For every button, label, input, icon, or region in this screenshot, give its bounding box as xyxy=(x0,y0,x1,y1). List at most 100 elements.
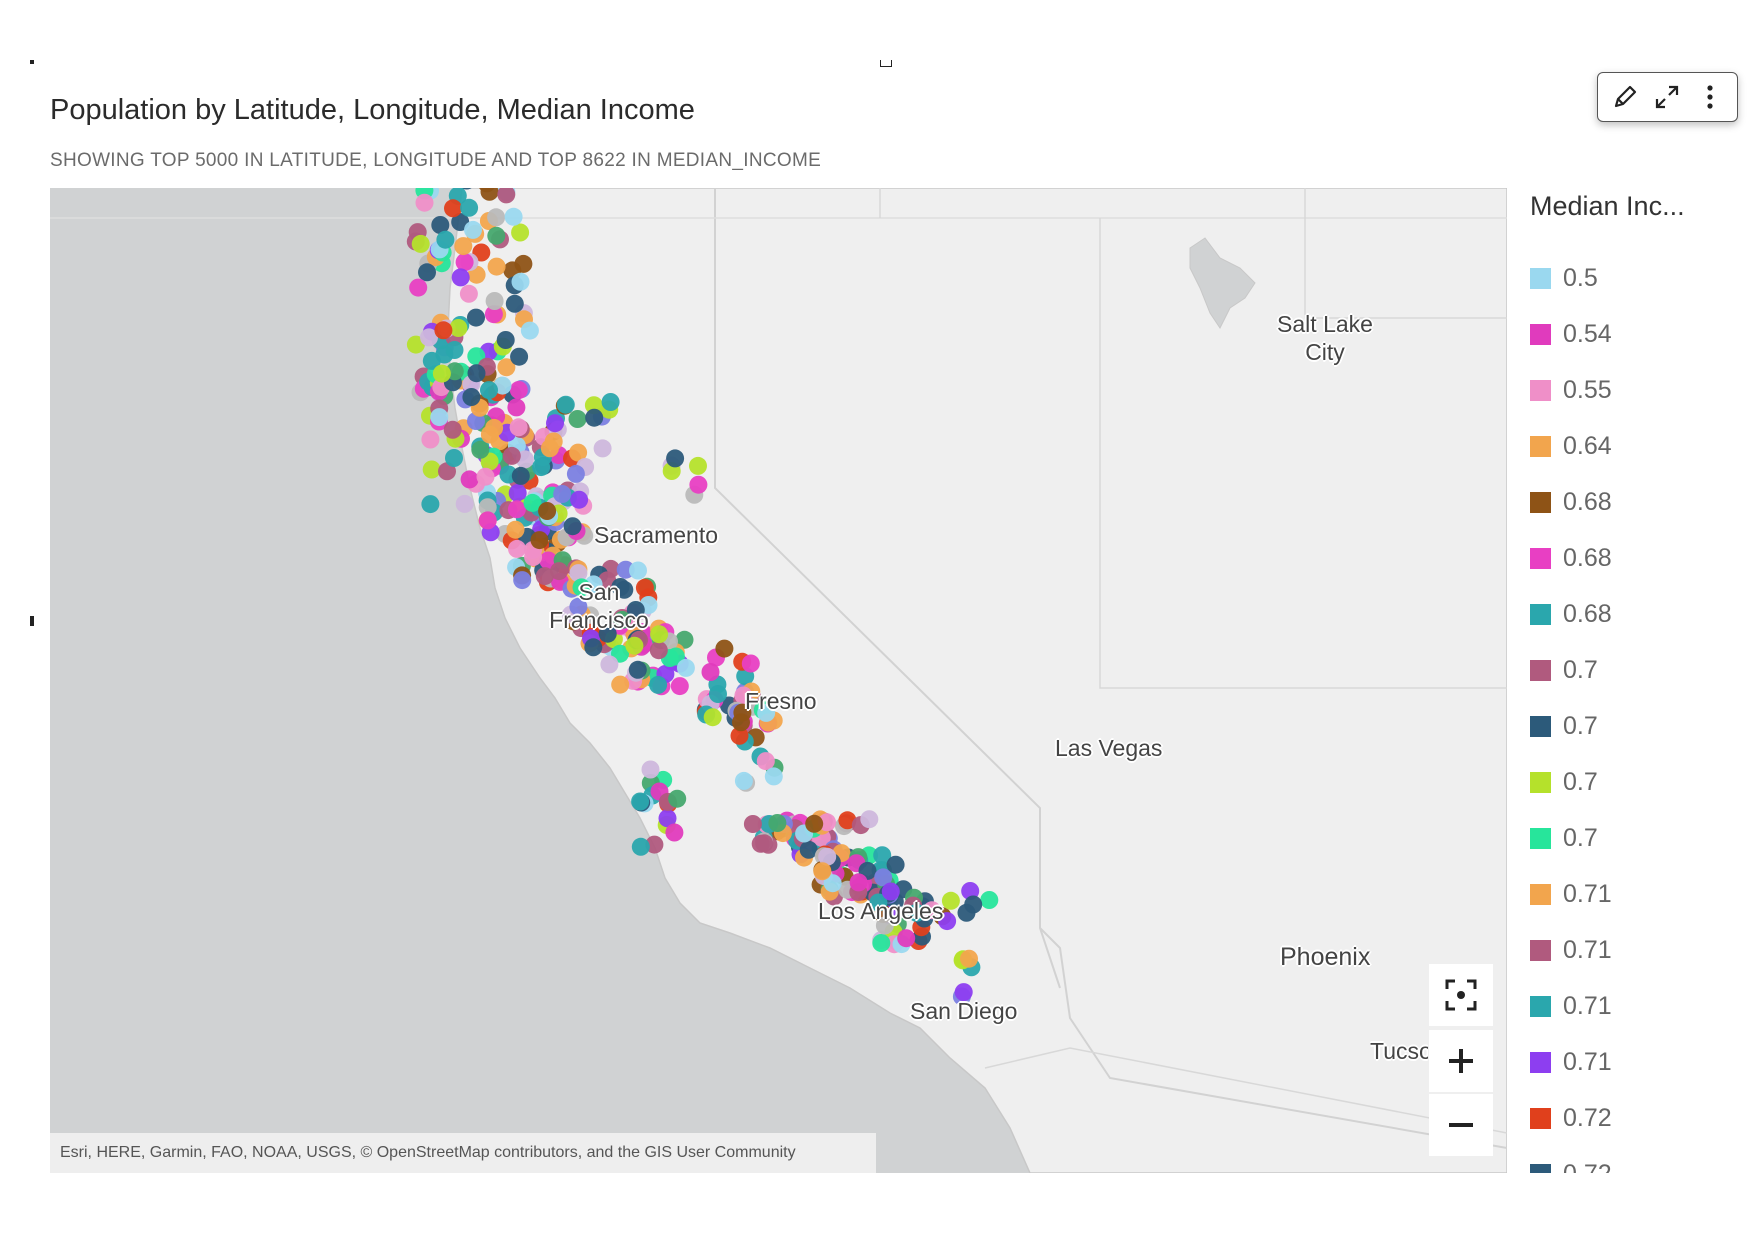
map-point[interactable] xyxy=(532,458,551,477)
map-point[interactable] xyxy=(507,398,526,417)
map-point[interactable] xyxy=(460,470,479,489)
map-point[interactable] xyxy=(670,677,689,696)
map-point[interactable] xyxy=(741,654,760,673)
map-point[interactable] xyxy=(487,208,506,227)
map-point[interactable] xyxy=(756,752,775,771)
zoom-out-icon[interactable] xyxy=(1429,1094,1493,1156)
legend-item[interactable]: 0.7 xyxy=(1530,698,1750,754)
map-point[interactable] xyxy=(544,432,563,451)
map-point[interactable] xyxy=(418,263,436,282)
map-point[interactable] xyxy=(563,517,582,536)
legend-item[interactable]: 0.71 xyxy=(1530,978,1750,1034)
legend-item[interactable]: 0.55 xyxy=(1530,362,1750,418)
map-point[interactable] xyxy=(755,834,774,853)
map-point[interactable] xyxy=(524,548,543,567)
map-point[interactable] xyxy=(459,284,478,303)
expand-icon[interactable] xyxy=(1649,79,1685,115)
map-point[interactable] xyxy=(625,636,644,655)
map-point[interactable] xyxy=(641,760,660,779)
map-point[interactable] xyxy=(629,561,647,580)
map-point[interactable] xyxy=(506,520,525,539)
legend-item[interactable]: 0.68 xyxy=(1530,530,1750,586)
map-point[interactable] xyxy=(530,531,549,550)
map-point[interactable] xyxy=(568,410,587,428)
resize-handle[interactable] xyxy=(30,60,34,64)
map-point[interactable] xyxy=(601,393,620,411)
map-point[interactable] xyxy=(478,511,497,530)
map-point[interactable] xyxy=(960,949,978,968)
map-point[interactable] xyxy=(508,539,526,558)
map-point[interactable] xyxy=(415,193,434,212)
map-point[interactable] xyxy=(509,381,528,399)
map-point[interactable] xyxy=(464,220,482,239)
map-point[interactable] xyxy=(511,272,530,291)
map-point[interactable] xyxy=(538,502,557,520)
legend-item[interactable]: 0.71 xyxy=(1530,922,1750,978)
map-point[interactable] xyxy=(511,466,530,485)
legend-item[interactable]: 0.7 xyxy=(1530,642,1750,698)
legend-item[interactable]: 0.64 xyxy=(1530,418,1750,474)
map-point[interactable] xyxy=(421,495,440,514)
map-point[interactable] xyxy=(611,675,630,694)
map-point[interactable] xyxy=(509,418,528,437)
map-point[interactable] xyxy=(487,257,506,276)
map-point[interactable] xyxy=(556,395,575,414)
map-point[interactable] xyxy=(546,414,564,433)
map-point[interactable] xyxy=(510,347,529,366)
map-point[interactable] xyxy=(502,446,521,465)
map-point[interactable] xyxy=(434,321,453,340)
map-point[interactable] xyxy=(455,494,474,513)
resize-handle[interactable] xyxy=(880,60,892,67)
map-point[interactable] xyxy=(768,814,787,832)
map-point[interactable] xyxy=(566,464,585,483)
legend-item[interactable]: 0.72 xyxy=(1530,1146,1750,1173)
map-point[interactable] xyxy=(764,767,783,786)
map-point[interactable] xyxy=(665,823,684,842)
map-point[interactable] xyxy=(649,675,668,694)
map-point[interactable] xyxy=(701,663,720,681)
map-point[interactable] xyxy=(480,425,499,444)
map-point[interactable] xyxy=(443,420,462,439)
map-point[interactable] xyxy=(471,440,490,459)
map-point[interactable] xyxy=(628,660,647,679)
map-point[interactable] xyxy=(715,639,734,658)
map-point[interactable] xyxy=(409,278,428,297)
map-point[interactable] xyxy=(511,223,530,242)
map-point[interactable] xyxy=(593,439,612,458)
more-vertical-icon[interactable] xyxy=(1692,79,1728,115)
map-point[interactable] xyxy=(676,658,695,677)
map-point[interactable] xyxy=(570,490,589,509)
map-point[interactable] xyxy=(496,331,515,349)
zoom-in-icon[interactable] xyxy=(1429,1030,1493,1092)
map-point[interactable] xyxy=(485,292,504,310)
map-point[interactable] xyxy=(631,837,650,856)
legend-item[interactable]: 0.7 xyxy=(1530,810,1750,866)
map-point[interactable] xyxy=(454,237,473,256)
legend-item[interactable]: 0.71 xyxy=(1530,866,1750,922)
map-point[interactable] xyxy=(964,895,983,914)
legend-item[interactable]: 0.71 xyxy=(1530,1034,1750,1090)
map-point[interactable] xyxy=(584,638,603,657)
map-point[interactable] xyxy=(805,814,824,833)
map-point[interactable] xyxy=(553,485,572,503)
map-point[interactable] xyxy=(813,862,832,881)
map-point[interactable] xyxy=(504,207,523,226)
resize-handle[interactable] xyxy=(30,616,34,626)
map-point[interactable] xyxy=(860,810,879,829)
map-point[interactable] xyxy=(520,321,539,340)
map-point[interactable] xyxy=(507,500,526,519)
map-canvas[interactable]: Sacramento San Francisco Fresno Los Ange… xyxy=(50,188,1507,1173)
map-point[interactable] xyxy=(513,571,532,590)
map-point[interactable] xyxy=(689,456,707,475)
legend-item[interactable]: 0.68 xyxy=(1530,474,1750,530)
map-point[interactable] xyxy=(467,364,486,383)
map-point[interactable] xyxy=(732,713,750,732)
map-point[interactable] xyxy=(734,771,753,790)
map-point[interactable] xyxy=(666,449,685,468)
map-point[interactable] xyxy=(455,253,474,272)
map-point[interactable] xyxy=(460,198,479,217)
pencil-icon[interactable] xyxy=(1607,79,1643,115)
map-point[interactable] xyxy=(849,873,868,892)
map-point[interactable] xyxy=(445,449,463,467)
map-point[interactable] xyxy=(462,388,481,406)
